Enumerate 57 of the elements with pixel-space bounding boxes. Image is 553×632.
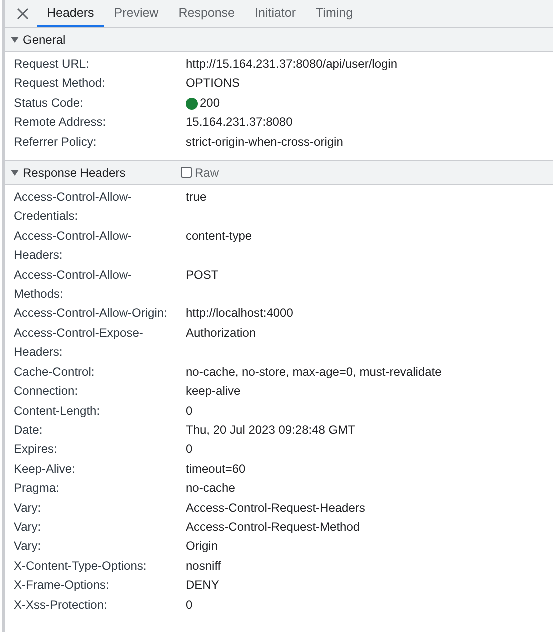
header-value: POST (186, 266, 219, 284)
tab[interactable]: Timing (306, 0, 364, 27)
header-name: Access-Control-Allow-Headers: (14, 228, 134, 264)
header-value: OPTIONS (186, 75, 240, 92)
triangle-icon (11, 36, 19, 44)
header-value: DENY (186, 577, 220, 594)
header-name: Access-Control-Allow-Origin: (14, 305, 168, 322)
header-name: Remote Address: (14, 114, 108, 132)
header-name: Access-Control-Allow-Methods: (14, 266, 134, 304)
header-value: Authorization (186, 324, 256, 342)
header-value: 15.164.231.37:8080 (186, 114, 293, 132)
header-value: timeout=60 (186, 460, 246, 478)
header-value: keep-alive (186, 383, 241, 400)
header-value: 0 (186, 441, 193, 458)
header-name: Pragma: (14, 480, 60, 498)
header-name: X-Frame-Options: (14, 577, 110, 594)
header-value: http://localhost:4000 (186, 305, 294, 322)
header-value: 0 (186, 596, 193, 614)
header-name: X-Xss-Protection: (14, 596, 108, 614)
header-name: Request Method: (14, 75, 106, 92)
header-name: Vary: (14, 538, 42, 556)
header-value: 200 (200, 94, 220, 112)
header-name: Status Code: (14, 94, 84, 112)
header-value: true (186, 189, 207, 206)
tab[interactable]: Initiator (245, 0, 306, 27)
section-toggle[interactable]: Response Headers (11, 166, 181, 180)
header-value: Access-Control-Request-Headers (186, 500, 366, 517)
header-name: Request URL: (14, 56, 90, 73)
checkbox-label: Raw (195, 166, 220, 180)
header-name: Date: (14, 422, 44, 439)
header-name: Content-Length: (14, 402, 102, 420)
header-value: Access-Control-Request-Method (186, 518, 360, 536)
header-name: Referrer Policy: (14, 134, 98, 151)
checkbox-icon[interactable] (181, 167, 192, 178)
header-value: http://15.164.231.37:8080/api/user/login (186, 56, 398, 73)
header-name: Connection: (14, 383, 80, 400)
header-name: Vary: (14, 518, 42, 536)
header-name: Cache-Control: (14, 364, 96, 381)
header-name: Access-Control-Allow-Credentials: (14, 189, 134, 226)
triangle-icon (11, 168, 19, 177)
tab[interactable]: Response (168, 0, 246, 27)
raw-checkbox[interactable]: Raw (181, 166, 220, 180)
header-name: X-Content-Type-Options: (14, 558, 148, 575)
header-value: no-cache, no-store, max-age=0, must-revalidate (186, 364, 442, 381)
header-value: strict-origin-when-cross-origin (186, 134, 344, 151)
header-name: Keep-Alive: (14, 460, 76, 478)
header-name: Vary: (14, 500, 42, 517)
header-name: Access-Control-Expose-Headers: (14, 324, 144, 362)
header-value: Thu, 20 Jul 2023 09:28:48 GMT (186, 422, 356, 439)
header-name: Expires: (14, 441, 58, 458)
header-value: content-type (186, 228, 252, 245)
header-value: Origin (186, 538, 218, 556)
tab[interactable]: Preview (104, 0, 169, 27)
header-value: no-cache (186, 480, 236, 498)
header-value: nosniff (186, 558, 222, 575)
header-value: 0 (186, 402, 193, 420)
section-toggle[interactable]: General (11, 32, 181, 46)
